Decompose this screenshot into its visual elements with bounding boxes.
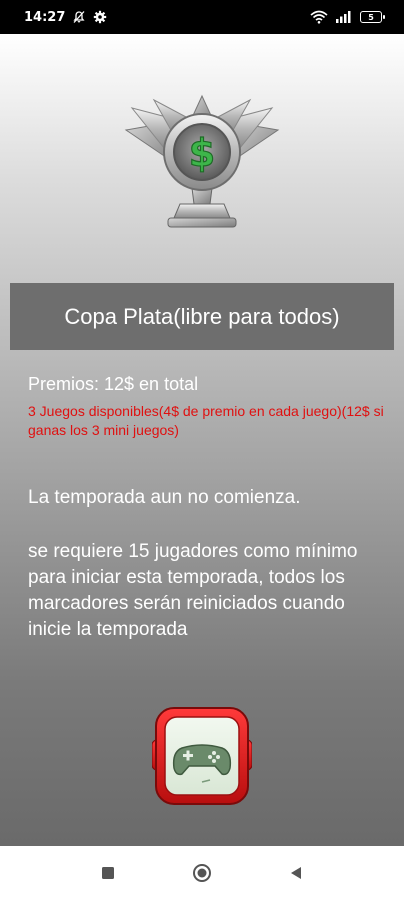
signal-icon: [335, 10, 353, 24]
gamepad-icon: [151, 707, 253, 805]
battery-icon: 5: [360, 11, 385, 23]
status-right: 5: [310, 10, 385, 24]
back-button[interactable]: [282, 859, 310, 887]
prize-detail: 3 Juegos disponibles(4$ de premio en cad…: [28, 403, 384, 438]
wifi-icon: [310, 10, 328, 24]
trophy-symbol: $: [189, 131, 215, 175]
status-bar: 14:27 5: [0, 0, 404, 34]
prize-total: Premios: 12$ en total: [28, 374, 199, 394]
navigation-bar: [0, 846, 404, 900]
battery-level: 5: [368, 12, 374, 22]
home-button[interactable]: [188, 859, 216, 887]
settings-gear-icon: [93, 10, 107, 24]
recent-apps-button[interactable]: [94, 859, 122, 887]
back-icon: [291, 867, 301, 879]
status-left: 14:27: [24, 10, 107, 25]
cup-screen: $ Copa Plata(libre para todos) Premios: …: [0, 34, 404, 846]
cup-title: Copa Plata(libre para todos): [10, 283, 394, 350]
home-icon: [193, 864, 211, 882]
silver-dollar-trophy-icon: $: [118, 92, 286, 232]
recent-apps-icon: [102, 867, 114, 879]
status-time: 14:27: [24, 9, 66, 25]
notifications-off-icon: [72, 10, 86, 24]
season-status: La temporada aun no comienza.: [28, 487, 301, 508]
play-game-button[interactable]: [151, 706, 253, 806]
season-requirement: se requiere 15 jugadores como mínimo par…: [28, 541, 358, 640]
